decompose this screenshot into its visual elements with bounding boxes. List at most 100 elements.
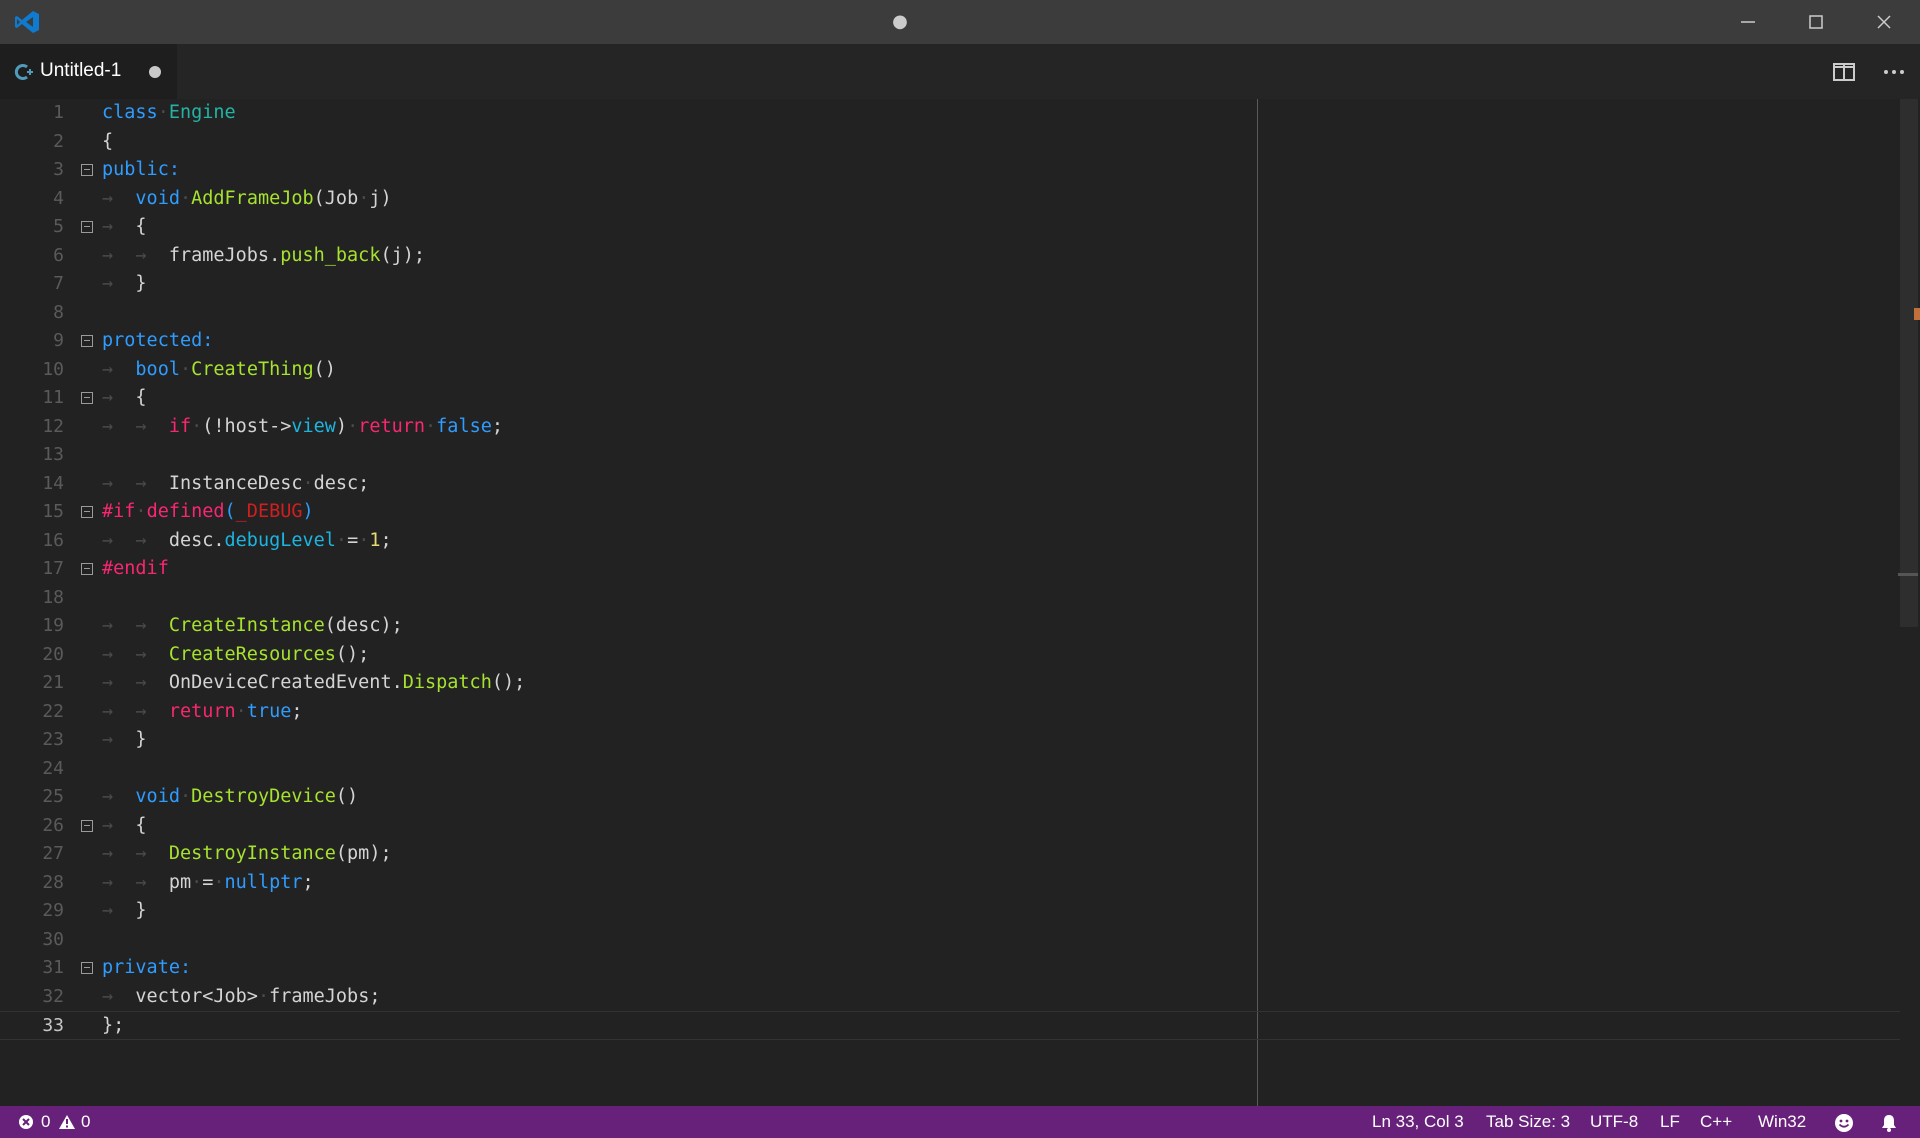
fold-toggle-icon[interactable] (81, 335, 93, 347)
code-line[interactable]: 20 → → CreateResources(); (0, 641, 1900, 670)
code-token: defined (146, 501, 225, 522)
fold-toggle-icon[interactable] (81, 506, 93, 518)
notifications-bell-icon[interactable] (1879, 1113, 1899, 1138)
code-text: #if·defined(_DEBUG) (102, 498, 314, 527)
code-line[interactable]: 22 → → return·true; (0, 698, 1900, 727)
feedback-smiley-icon[interactable] (1834, 1113, 1854, 1138)
code-text: → { (102, 812, 147, 841)
code-token: (Job (313, 187, 359, 209)
code-token: DestroyInstance (168, 843, 336, 864)
fold-toggle-icon[interactable] (81, 221, 93, 233)
code-token: → (102, 985, 136, 1007)
code-line[interactable]: 10 → bool·CreateThing() (0, 356, 1900, 385)
tab-untitled-1[interactable]: Untitled-1 (0, 44, 177, 99)
error-count[interactable]: 0 (41, 1106, 50, 1138)
code-token: · (179, 358, 192, 380)
line-number: 11 (42, 387, 64, 408)
code-line[interactable]: 25 → void·DestroyDevice() (0, 783, 1900, 812)
file-encoding[interactable]: UTF-8 (1590, 1106, 1638, 1138)
line-number: 25 (42, 786, 64, 807)
code-line[interactable]: 18 (0, 584, 1900, 613)
code-token: debugLevel (224, 529, 336, 551)
code-token: () (313, 358, 336, 380)
scrollbar-thumb[interactable] (1900, 99, 1918, 627)
code-line[interactable]: 1 class·Engine (0, 99, 1900, 128)
code-token: → → (102, 244, 169, 266)
tab-size[interactable]: Tab Size: 3 (1486, 1106, 1570, 1138)
code-text: class·Engine (102, 99, 236, 128)
code-line[interactable]: 3 public: (0, 156, 1900, 185)
fold-toggle-icon[interactable] (81, 164, 93, 176)
code-token: → (102, 786, 136, 807)
code-text: → { (102, 213, 147, 242)
code-line[interactable]: 5 → { (0, 213, 1900, 242)
code-line[interactable]: 11 → { (0, 384, 1900, 413)
code-editor[interactable]: 1 class·Engine 2{3 public: 4 → void·AddFrameJ… (0, 99, 1920, 1106)
line-number: 30 (42, 928, 64, 950)
code-line[interactable]: 16 → → desc.debugLevel·=·1; (0, 527, 1900, 556)
code-token: (desc); (324, 615, 403, 636)
code-line[interactable]: 14 → → InstanceDesc·desc; (0, 470, 1900, 499)
fold-toggle-icon[interactable] (81, 563, 93, 575)
warning-icon[interactable] (58, 1114, 76, 1135)
code-line[interactable]: 17 #endif (0, 555, 1900, 584)
close-icon (1877, 15, 1891, 29)
code-line[interactable]: 23 → } (0, 726, 1900, 755)
code-token: · (302, 472, 314, 494)
error-icon[interactable] (18, 1114, 34, 1135)
code-token: public: (102, 159, 180, 180)
code-token: ; (380, 529, 392, 551)
code-token: void (135, 187, 180, 209)
code-token: (); (335, 643, 370, 665)
code-line[interactable]: 32 → vector<Job>·frameJobs; (0, 983, 1900, 1012)
line-number: 21 (42, 672, 64, 693)
code-line[interactable]: 33}; (0, 1011, 1900, 1040)
code-text: { (102, 128, 113, 157)
more-actions-button[interactable] (1876, 54, 1912, 90)
code-line[interactable]: 31 private: (0, 954, 1900, 983)
language-mode[interactable]: C++ (1700, 1106, 1732, 1138)
code-token: private: (102, 957, 192, 978)
line-number: 20 (42, 643, 64, 665)
code-line[interactable]: 8 (0, 299, 1900, 328)
platform-config[interactable]: Win32 (1758, 1106, 1806, 1138)
split-editor-button[interactable] (1826, 54, 1862, 90)
code-token: → → (102, 871, 169, 893)
code-line[interactable]: 13 (0, 441, 1900, 470)
code-line[interactable]: 15 #if·defined(_DEBUG) (0, 498, 1900, 527)
code-line[interactable]: 6 → → frameJobs.push_back(j); (0, 242, 1900, 271)
minimize-button[interactable] (1714, 0, 1782, 44)
code-token: (j); (380, 244, 426, 266)
code-token: } (135, 900, 147, 921)
code-token: frameJobs. (168, 244, 281, 266)
code-line[interactable]: 28 → → pm·=·nullptr; (0, 869, 1900, 898)
code-token: InstanceDesc (168, 472, 303, 494)
close-button[interactable] (1850, 0, 1918, 44)
warning-count[interactable]: 0 (81, 1106, 90, 1138)
line-ending[interactable]: LF (1660, 1106, 1680, 1138)
code-line[interactable]: 27 → → DestroyInstance(pm); (0, 840, 1900, 869)
code-text: → bool·CreateThing() (102, 356, 336, 385)
unsaved-dot-icon[interactable] (149, 66, 161, 78)
maximize-button[interactable] (1782, 0, 1850, 44)
vertical-scrollbar[interactable] (1898, 99, 1920, 1106)
code-token: → → (102, 529, 169, 551)
code-line[interactable]: 9 protected: (0, 327, 1900, 356)
code-line[interactable]: 29 → } (0, 897, 1900, 926)
code-line[interactable]: 19 → → CreateInstance(desc); (0, 612, 1900, 641)
fold-toggle-icon[interactable] (81, 392, 93, 404)
code-line[interactable]: 21 → → OnDeviceCreatedEvent.Dispatch(); (0, 669, 1900, 698)
code-line[interactable]: 12 → → if·(!host->view)·return·false; (0, 413, 1900, 442)
code-line[interactable]: 30 (0, 926, 1900, 955)
code-line[interactable]: 26 → { (0, 812, 1900, 841)
code-line[interactable]: 24 (0, 755, 1900, 784)
code-token: vector<Job> (135, 985, 258, 1007)
fold-toggle-icon[interactable] (81, 819, 93, 832)
code-token: → (102, 814, 136, 836)
code-line[interactable]: 2{ (0, 128, 1900, 157)
code-token: DestroyDevice (191, 786, 336, 807)
code-line[interactable]: 7 → } (0, 270, 1900, 299)
code-line[interactable]: 4 → void·AddFrameJob(Job·j) (0, 185, 1900, 214)
fold-toggle-icon[interactable] (81, 962, 93, 974)
cursor-position[interactable]: Ln 33, Col 3 (1372, 1106, 1464, 1138)
